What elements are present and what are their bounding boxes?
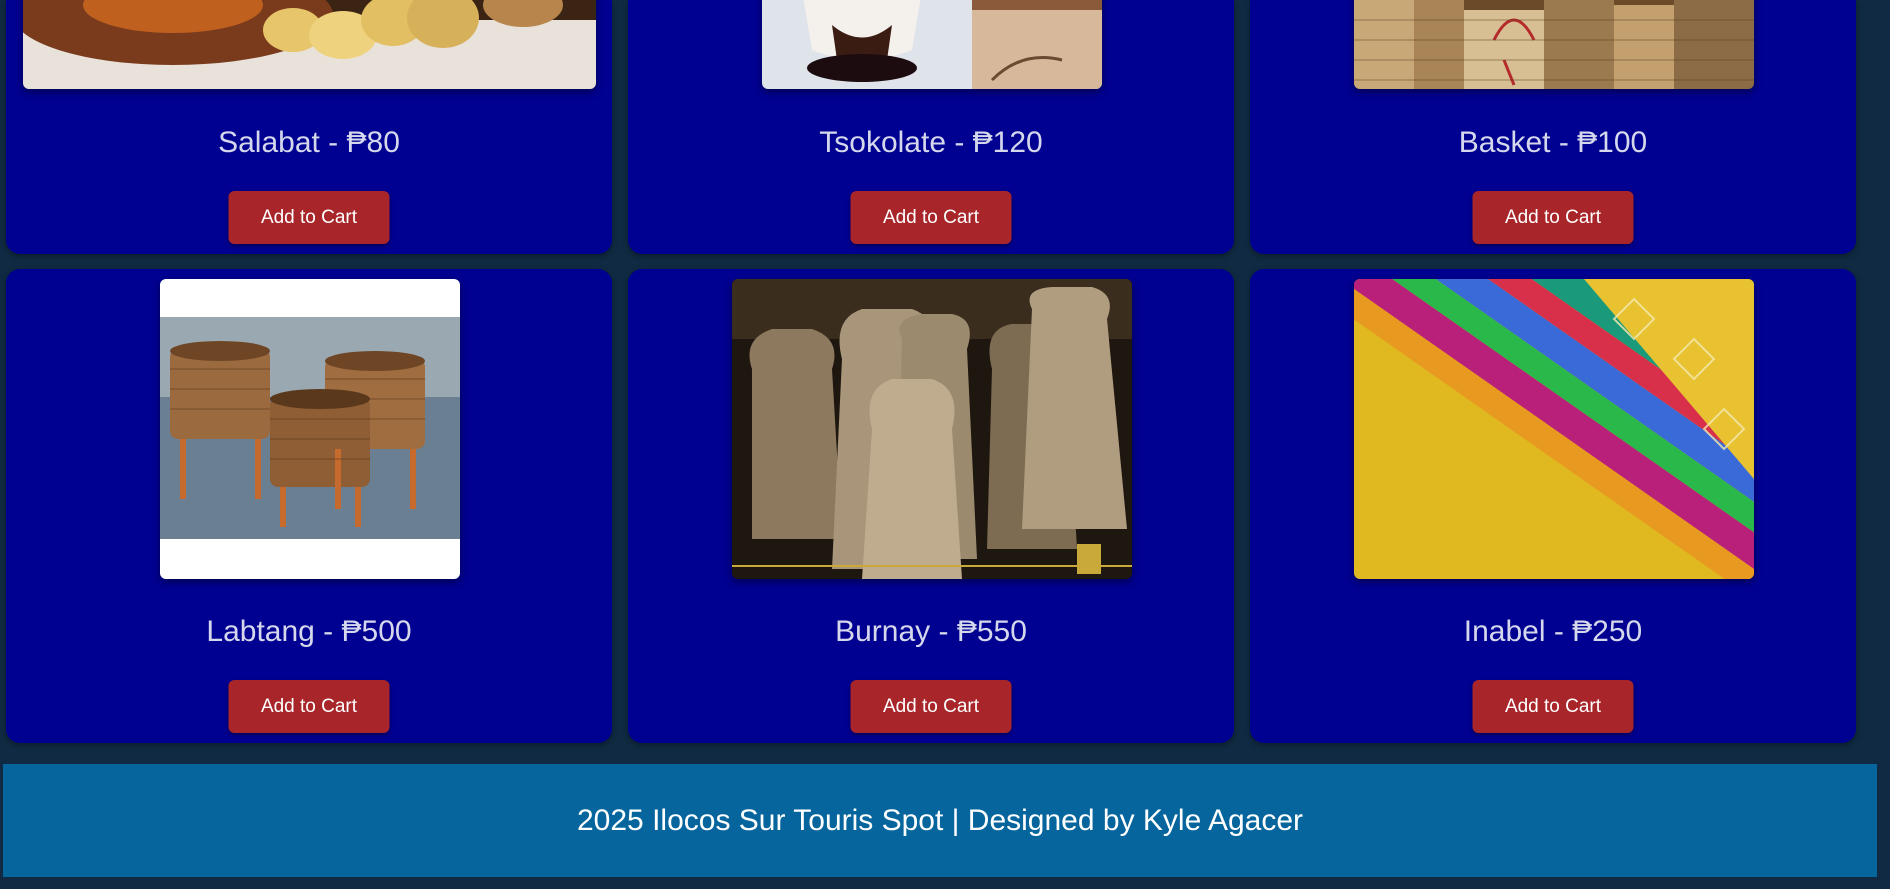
add-to-cart-button-labtang[interactable]: Add to Cart <box>228 680 390 733</box>
product-title: Tsokolate - ₱120 <box>819 126 1043 159</box>
product-page: Salabat - ₱80 Add to Cart Tsokolate - ₱1… <box>0 0 1890 889</box>
product-image-burnay <box>732 279 1132 579</box>
add-to-cart-button-burnay[interactable]: Add to Cart <box>850 680 1012 733</box>
product-title: Burnay - ₱550 <box>835 615 1027 648</box>
product-image-salabat <box>23 0 596 89</box>
product-title: Basket - ₱100 <box>1458 126 1648 159</box>
product-card-inabel: Inabel - ₱250 Add to Cart <box>1250 269 1856 743</box>
product-image-labtang <box>160 279 460 579</box>
product-card-labtang: Labtang - ₱500 Add to Cart <box>6 269 612 743</box>
add-to-cart-button-inabel[interactable]: Add to Cart <box>1472 680 1634 733</box>
footer-text: 2025 Ilocos Sur Touris Spot | Designed b… <box>577 803 1303 837</box>
site-footer: 2025 Ilocos Sur Touris Spot | Designed b… <box>3 764 1877 877</box>
product-card-basket: Basket - ₱100 Add to Cart <box>1250 0 1856 254</box>
product-image-tsokolate <box>762 0 1102 89</box>
product-card-salabat: Salabat - ₱80 Add to Cart <box>6 0 612 254</box>
add-to-cart-button-salabat[interactable]: Add to Cart <box>228 191 390 244</box>
product-title: Inabel - ₱250 <box>1463 615 1643 648</box>
product-image-inabel <box>1354 279 1754 579</box>
product-card-tsokolate: Tsokolate - ₱120 Add to Cart <box>628 0 1234 254</box>
product-image-basket <box>1354 0 1754 89</box>
product-title: Labtang - ₱500 <box>206 615 412 648</box>
add-to-cart-button-basket[interactable]: Add to Cart <box>1472 191 1634 244</box>
add-to-cart-button-tsokolate[interactable]: Add to Cart <box>850 191 1012 244</box>
product-card-burnay: Burnay - ₱550 Add to Cart <box>628 269 1234 743</box>
product-title: Salabat - ₱80 <box>218 126 400 159</box>
